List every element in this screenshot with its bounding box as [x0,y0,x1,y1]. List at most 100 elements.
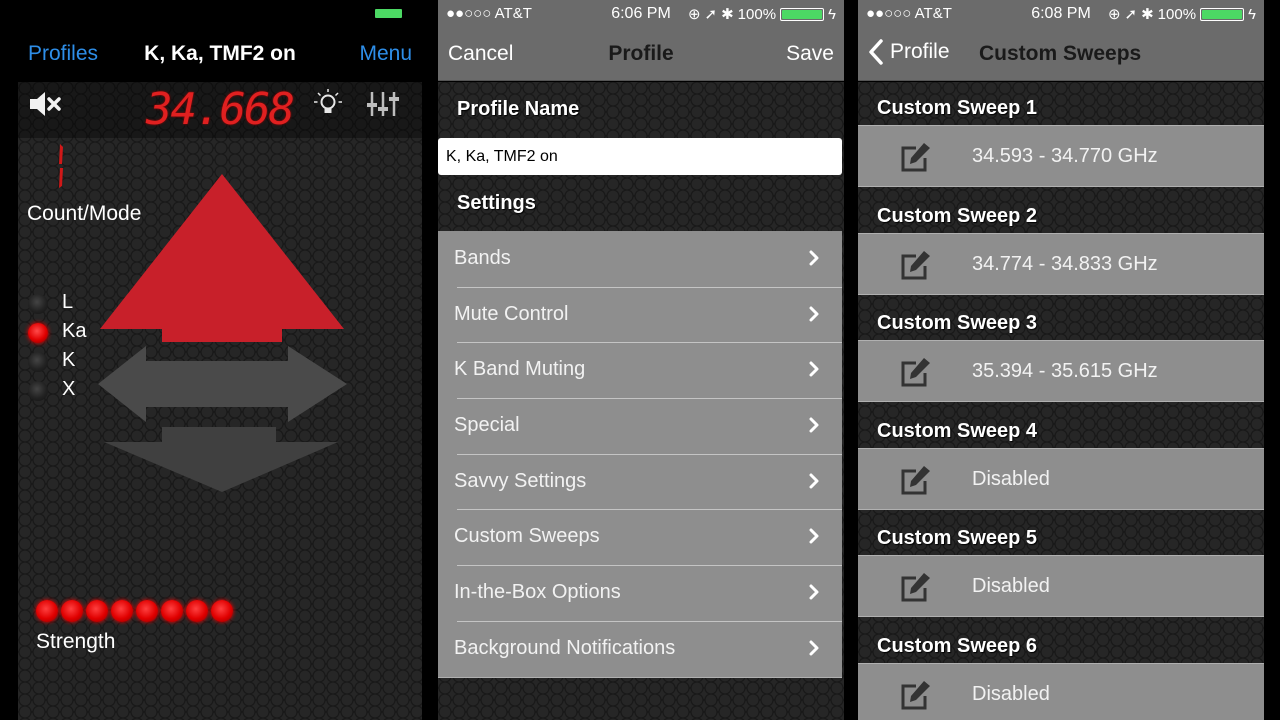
strength-led [186,600,208,622]
menu-button[interactable]: Menu [359,42,412,66]
count-digit-display [59,144,63,188]
sweep-value: 35.394 - 35.615 GHz [972,360,1158,382]
status-bar: ●●○○○ AT&T 6:08 PM ⊕ ➚ ✱ 100% ϟ [858,0,1264,28]
sweep-value: Disabled [972,467,1050,490]
settings-item-label: K Band Muting [454,358,586,381]
chevron-right-icon [809,417,819,433]
band-label: X [62,378,76,400]
sweep-row[interactable]: 34.774 - 34.833 GHz [858,232,1264,295]
band-led-icon [28,352,48,372]
custom-sweeps-screen: ●●○○○ AT&T 6:08 PM ⊕ ➚ ✱ 100% ϟ Profile … [858,0,1264,720]
band-led-icon [28,294,48,314]
settings-item-label: Savvy Settings [454,469,587,492]
sweep-row[interactable]: 34.593 - 34.770 GHz [858,125,1264,187]
navbar: Cancel Profile Save [438,28,844,81]
settings-item[interactable]: In-the-Box Options [438,565,842,621]
settings-item[interactable]: Custom Sweeps [438,509,842,565]
profile-name-header: Profile Name [457,98,580,120]
strength-led [161,600,183,622]
band-indicator: X [28,377,108,406]
edit-icon[interactable] [900,250,932,280]
band-led-icon [28,381,48,401]
settings-sliders-icon[interactable] [366,90,400,118]
detector-screen: Profiles K, Ka, TMF2 on Menu 34.668 Coun… [0,0,430,720]
save-button[interactable]: Save [786,42,834,66]
chevron-right-icon [809,361,819,377]
brightness-bulb-icon[interactable] [314,88,342,118]
charging-icon: ϟ [1248,5,1256,23]
settings-item-label: Special [454,414,520,437]
detector-display: 34.668 Count/Mode L Ka K X Strength [18,82,422,720]
sweep-value: Disabled [972,682,1050,705]
sweep-value: 34.774 - 34.833 GHz [972,252,1158,275]
profile-name-input[interactable] [438,138,842,175]
settings-item[interactable]: Special [438,398,842,454]
settings-item-label: Background Notifications [454,636,676,659]
rear-arrow [104,427,338,492]
back-label: Profile [890,40,950,63]
charging-icon: ϟ [828,5,836,23]
sweep-header: Custom Sweep 5 [877,527,1038,549]
page-title: Profile [608,42,674,65]
mute-icon[interactable] [28,91,62,117]
edit-icon[interactable] [900,465,932,495]
battery-icon [780,7,825,21]
direction-arrows [98,174,347,492]
band-indicator: K [28,348,108,377]
strength-led [86,600,108,622]
bluetooth-icon: ✱ [1141,6,1154,23]
back-button[interactable]: Profile [868,38,950,66]
band-label: Ka [62,320,87,342]
sweep-value: 34.593 - 34.770 GHz [972,145,1158,167]
location-icon: ➚ [704,6,718,23]
status-right: ⊕ ➚ ✱ 100% ϟ [1107,5,1256,24]
settings-item[interactable]: Savvy Settings [438,453,842,510]
settings-item-label: In-the-Box Options [454,581,621,604]
settings-item[interactable]: Background Notifications [438,620,842,677]
location-icon: ➚ [1124,6,1138,23]
detector-topbar: 34.668 [18,82,422,138]
sweep-value: Disabled [972,575,1050,597]
sweep-header: Custom Sweep 2 [877,204,1038,227]
settings-item-label: Custom Sweeps [454,525,600,548]
band-indicator: L [28,290,108,319]
battery-icon [1200,7,1245,21]
settings-list: Bands Mute Control K Band Muting Special… [438,231,842,678]
sweep-row[interactable]: 35.394 - 35.615 GHz [858,340,1264,402]
band-label: L [62,291,74,313]
status-bar: ●●○○○ AT&T 6:06 PM ⊕ ➚ ✱ 100% ϟ [438,0,844,28]
settings-item[interactable]: Mute Control [438,286,842,343]
profile-screen: ●●○○○ AT&T 6:06 PM ⊕ ➚ ✱ 100% ϟ Cancel P… [438,0,844,720]
band-indicator: Ka [28,319,108,348]
strength-led [61,600,83,622]
side-arrow [98,346,347,422]
strength-label: Strength [36,630,116,653]
strength-meter [36,600,233,622]
edit-icon[interactable] [900,680,932,710]
detector-navbar: Profiles K, Ka, TMF2 on Menu [0,30,430,80]
battery-percent: 100% [1157,5,1197,23]
sweep-row[interactable]: Disabled [858,555,1264,617]
sweep-header: Custom Sweep 3 [877,312,1038,334]
page-title: Custom Sweeps [979,42,1142,65]
rotation-lock-icon: ⊕ [1107,6,1121,23]
chevron-left-icon [869,39,883,65]
sweep-header: Custom Sweep 1 [877,97,1038,119]
edit-icon[interactable] [900,357,932,387]
sweep-row[interactable]: Disabled [858,662,1264,720]
sweeps-content: Custom Sweep 1 34.593 - 34.770 GHz Custom… [858,82,1264,720]
settings-item-label: Bands [454,247,511,269]
edit-icon[interactable] [900,142,932,172]
settings-item-label: Mute Control [454,302,569,325]
strength-led [211,600,233,622]
frequency-readout: 34.668 [146,84,295,135]
settings-item[interactable]: Bands [438,231,842,287]
strength-led [136,600,158,622]
sweep-row[interactable]: Disabled [858,447,1264,510]
settings-item[interactable]: K Band Muting [438,342,842,398]
edit-icon[interactable] [900,572,932,602]
chevron-right-icon [809,473,819,489]
chevron-right-icon [809,584,819,600]
settings-header: Settings [457,192,536,214]
status-right: ⊕ ➚ ✱ 100% ϟ [688,5,836,24]
